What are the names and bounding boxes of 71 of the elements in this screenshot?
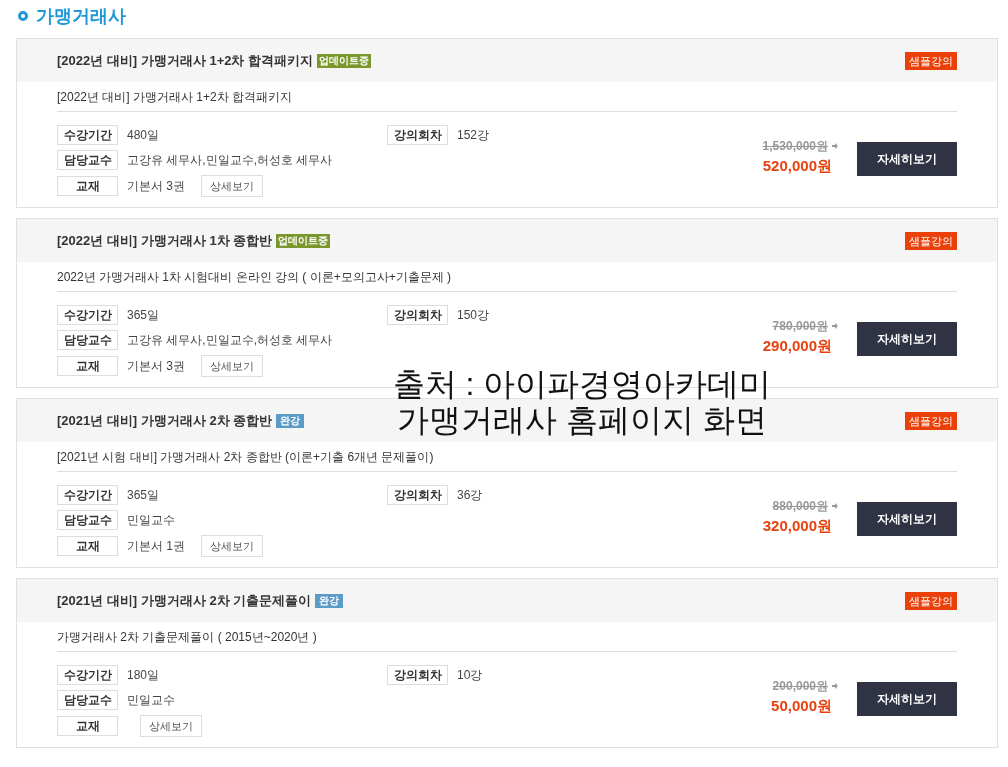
field-value: 480일	[127, 126, 160, 144]
field-value: 10강	[457, 666, 483, 684]
course-title[interactable]: [2022년 대비] 가맹거래사 1차 종합반	[57, 231, 273, 250]
source-caption: 출처 : 아이파경영아카데미	[392, 366, 772, 402]
field-label: 강의회차	[387, 485, 448, 505]
view-details-button[interactable]: 자세히보기	[857, 142, 957, 176]
view-details-button[interactable]: 자세히보기	[857, 502, 957, 536]
field-value: 36강	[457, 486, 483, 504]
sale-price: 320,000원	[762, 515, 832, 536]
course-description: 가맹거래사 2차 기출문제풀이 ( 2015년~2020년 )	[57, 627, 957, 652]
status-badge: 완강	[315, 593, 344, 608]
field-value: 150강	[457, 306, 490, 324]
original-price: 200,000원	[772, 677, 828, 695]
field-value: 기본서 3권	[127, 177, 185, 195]
field-label: 담당교수	[57, 690, 118, 710]
sample-lecture-button[interactable]: 샘플강의	[905, 411, 957, 430]
course-title[interactable]: [2021년 대비] 가맹거래사 2차 종합반	[57, 411, 273, 430]
view-details-button[interactable]: 자세히보기	[857, 682, 957, 716]
sale-price: 290,000원	[762, 335, 832, 356]
arrow-icon	[832, 683, 838, 689]
details-button[interactable]: 상세보기	[201, 535, 263, 557]
status-badge: 업데이트중	[317, 53, 372, 68]
source-caption: 가맹거래사 홈페이지 화면	[397, 402, 767, 438]
details-button[interactable]: 상세보기	[140, 715, 202, 737]
field-label: 교재	[57, 356, 118, 376]
status-badge: 완강	[276, 413, 305, 428]
field-value: 152강	[457, 126, 490, 144]
section-title: 가맹거래사	[36, 5, 126, 27]
field-label: 강의회차	[387, 305, 448, 325]
arrow-icon	[832, 323, 838, 329]
field-label: 담당교수	[57, 150, 118, 170]
sample-lecture-button[interactable]: 샘플강의	[905, 591, 957, 610]
field-label: 강의회차	[387, 665, 448, 685]
course-title[interactable]: [2021년 대비] 가맹거래사 2차 기출문제풀이	[57, 591, 312, 610]
field-value: 180일	[127, 666, 160, 684]
sample-lecture-button[interactable]: 샘플강의	[905, 51, 957, 70]
original-price: 880,000원	[772, 497, 828, 515]
arrow-icon	[832, 143, 838, 149]
course-title[interactable]: [2022년 대비] 가맹거래사 1+2차 합격패키지	[57, 51, 314, 70]
sale-price: 50,000원	[771, 695, 832, 716]
field-value: 민일교수	[127, 691, 175, 709]
field-value: 민일교수	[127, 511, 175, 529]
field-value: 365일	[127, 486, 160, 504]
ring-icon	[18, 11, 28, 21]
details-button[interactable]: 상세보기	[201, 175, 263, 197]
field-label: 교재	[57, 176, 118, 196]
field-label: 강의회차	[387, 125, 448, 145]
field-label: 수강기간	[57, 125, 118, 145]
course-description: 2022년 가맹거래사 1차 시험대비 온라인 강의 ( 이론+모의고사+기출문제 )	[57, 267, 957, 292]
field-value: 기본서 1권	[127, 537, 185, 555]
view-details-button[interactable]: 자세히보기	[857, 322, 957, 356]
original-price: 1,530,000원	[762, 137, 828, 155]
sale-price: 520,000원	[762, 155, 832, 176]
course-description: [2021년 시험 대비] 가맹거래사 2차 종합반 (이론+기출 6개년 문제풀이)	[57, 447, 957, 472]
field-label: 수강기간	[57, 305, 118, 325]
field-value: 365일	[127, 306, 160, 324]
field-label: 수강기간	[57, 485, 118, 505]
field-value: 기본서 3권	[127, 357, 185, 375]
field-value: 고강유 세무사,민일교수,허성호 세무사	[127, 331, 333, 349]
field-label: 담당교수	[57, 510, 118, 530]
arrow-icon	[832, 503, 838, 509]
field-value: 고강유 세무사,민일교수,허성호 세무사	[127, 151, 333, 169]
field-label: 담당교수	[57, 330, 118, 350]
field-label: 수강기간	[57, 665, 118, 685]
field-label: 교재	[57, 716, 118, 736]
original-price: 780,000원	[772, 317, 828, 335]
status-badge: 업데이트중	[276, 233, 331, 248]
field-label: 교재	[57, 536, 118, 556]
details-button[interactable]: 상세보기	[201, 355, 263, 377]
sample-lecture-button[interactable]: 샘플강의	[905, 231, 957, 250]
course-description: [2022년 대비] 가맹거래사 1+2차 합격패키지	[57, 87, 957, 112]
